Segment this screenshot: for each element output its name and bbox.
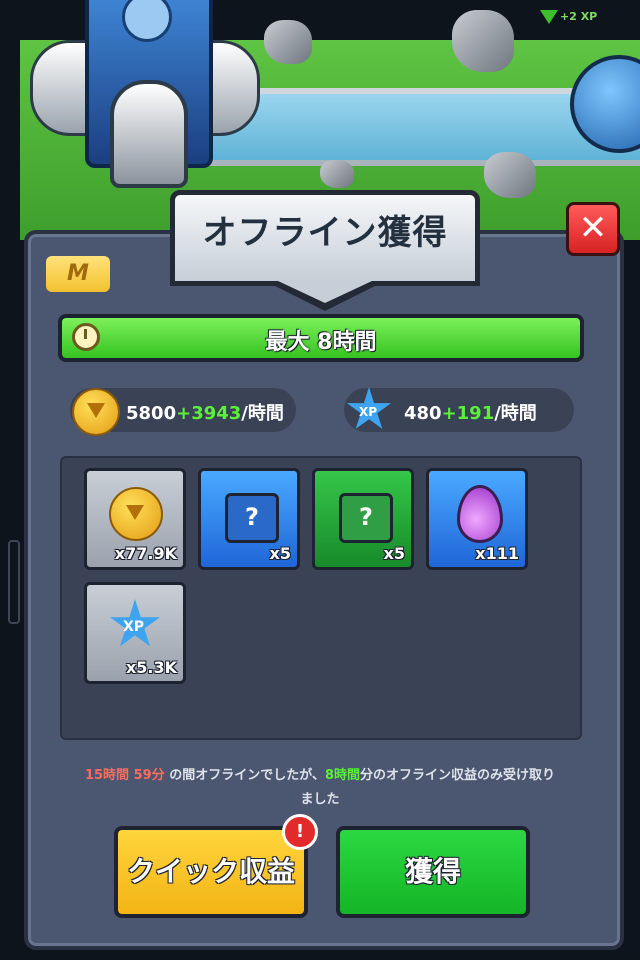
xp-star-label: XP xyxy=(123,619,145,635)
reward-qty: x5 xyxy=(383,544,405,563)
coin-rate-bonus: +3943 xyxy=(176,403,242,424)
mystery-scroll-blue-icon: ? xyxy=(225,493,279,543)
xp-gain-text: +2 XP xyxy=(560,10,598,23)
reward-qty: x77.9K xyxy=(114,544,177,563)
reward-qty: x5.3K xyxy=(125,658,177,677)
offline-minutes: 59分 xyxy=(133,768,165,783)
coin-rate: 5800+3943/時間 xyxy=(70,388,296,436)
capped-hours: 8時間 xyxy=(324,768,361,783)
reward-qty: x111 xyxy=(475,544,519,563)
alert-icon: ! xyxy=(282,814,318,850)
rock xyxy=(484,152,536,198)
offline-hours: 15時間 xyxy=(84,768,130,783)
message-part1: の間オフラインでしたが、 xyxy=(169,768,325,783)
max-time-text: 最大 8時間 xyxy=(265,330,377,355)
reward-qty: x5 xyxy=(269,544,291,563)
max-time-bar: 最大 8時間 xyxy=(58,314,584,362)
xp-rate-base: 480 xyxy=(404,403,442,424)
tower xyxy=(30,0,260,200)
close-button[interactable]: ✕ xyxy=(566,202,620,256)
dialog-title: オフライン獲得 xyxy=(202,213,448,253)
coin-rate-base: 5800 xyxy=(126,403,177,424)
rock xyxy=(452,10,514,72)
coin-rate-text: 5800+3943/時間 xyxy=(126,399,284,425)
title-tip-fill xyxy=(278,281,372,303)
coin-icon xyxy=(109,487,163,541)
offline-message: 15時間 59分 の間オフラインでしたが、8時間分のオフライン収益のみ受け取りま… xyxy=(80,764,560,812)
xp-rate-text: 480+191/時間 xyxy=(404,399,537,425)
tower-arch xyxy=(110,80,188,188)
rock xyxy=(320,160,354,188)
reward-item-coin[interactable]: x77.9K xyxy=(84,468,186,570)
purple-drop-icon xyxy=(457,485,503,543)
reward-item-xp[interactable]: XP x5.3K xyxy=(84,582,186,684)
mystery-scroll-green-icon: ? xyxy=(339,493,393,543)
coin-icon xyxy=(72,388,120,436)
coin-rate-unit: /時間 xyxy=(241,403,284,424)
xp-rate-bonus: +191 xyxy=(441,403,495,424)
rock xyxy=(264,20,312,64)
xp-star-label: XP xyxy=(359,405,378,419)
xp-rate: XP 480+191/時間 xyxy=(344,387,574,432)
title-banner: オフライン獲得 xyxy=(170,190,480,311)
xp-gain-indicator: +2 XP xyxy=(540,10,597,24)
m-badge: M xyxy=(46,256,110,292)
reward-item-green-scroll[interactable]: ? x5 xyxy=(312,468,414,570)
xp-triangle-icon xyxy=(540,10,558,24)
quick-earn-button[interactable]: クイック収益 xyxy=(114,826,308,918)
claim-button[interactable]: 獲得 xyxy=(336,826,530,918)
reward-item-essence[interactable]: x111 xyxy=(426,468,528,570)
reward-item-blue-scroll[interactable]: ? x5 xyxy=(198,468,300,570)
side-handle[interactable] xyxy=(8,540,20,624)
rewards-grid: x77.9K ? x5 ? x5 x111 XP x5.3K xyxy=(60,456,582,740)
xp-rate-unit: /時間 xyxy=(494,403,537,424)
